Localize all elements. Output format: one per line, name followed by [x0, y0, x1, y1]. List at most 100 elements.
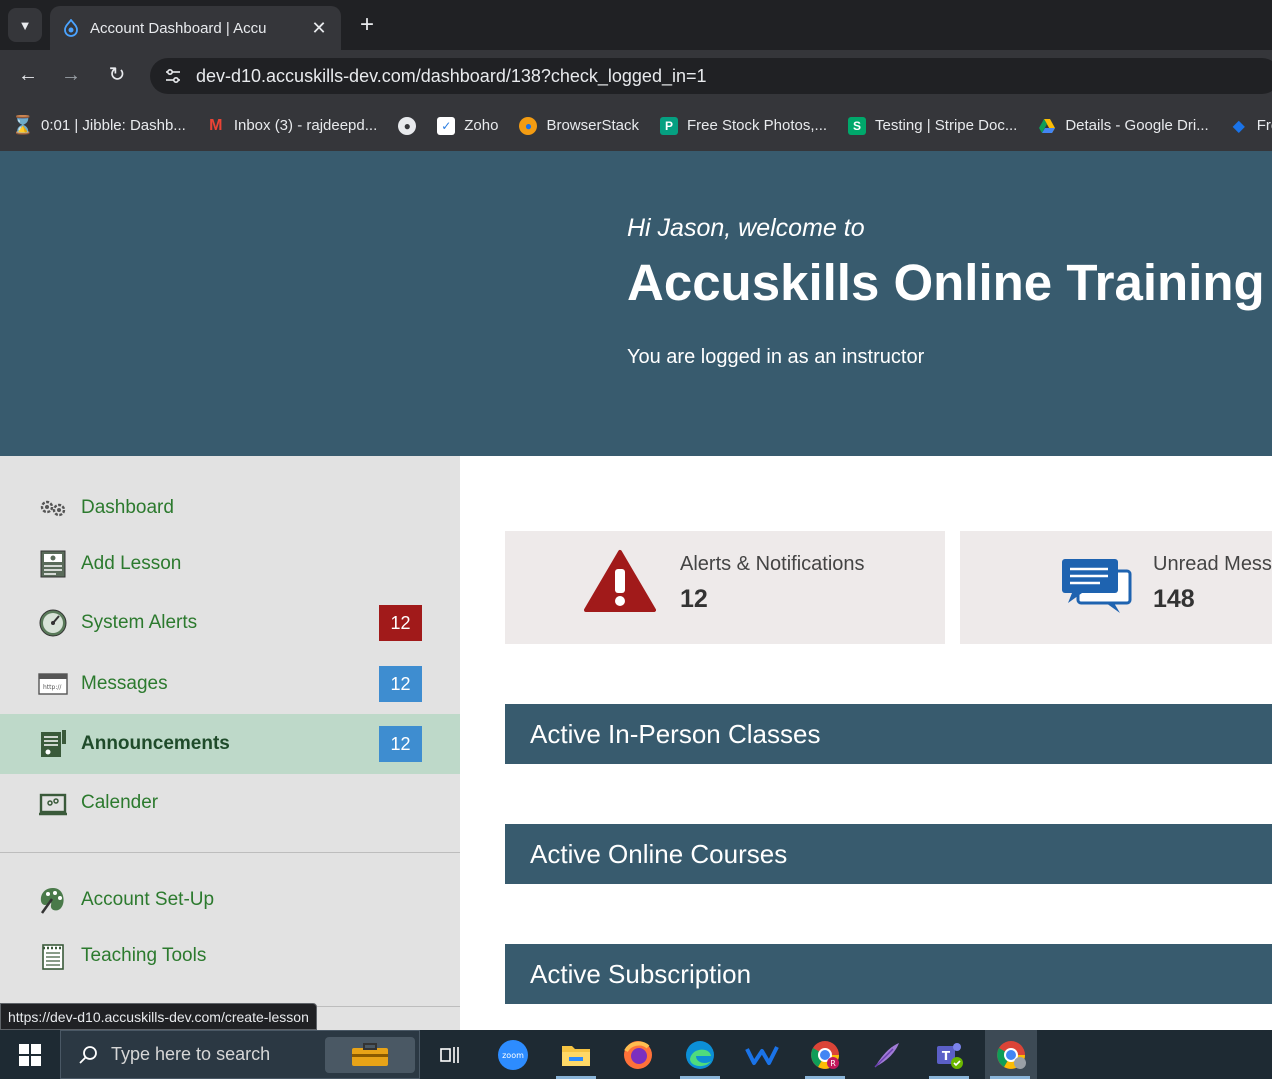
tab-search-button[interactable]: ▼: [8, 8, 42, 42]
windows-logo-icon: [19, 1043, 41, 1066]
bookmark-browserstack[interactable]: ● BrowserStack: [519, 116, 639, 135]
forward-icon[interactable]: →: [58, 62, 84, 88]
sidebar: Dashboard Add Lesson System Alerts 12 ht…: [0, 456, 460, 1030]
palette-icon: [40, 888, 64, 914]
chrome-icon[interactable]: [985, 1030, 1037, 1079]
taskbar-search-placeholder: Type here to search: [111, 1044, 271, 1064]
chrome-profile-icon[interactable]: R: [800, 1030, 850, 1079]
stripe-icon: S: [848, 116, 867, 135]
windows-start-button[interactable]: [0, 1030, 60, 1079]
sidebar-divider: [0, 852, 460, 853]
diamond-icon: ◆: [1232, 117, 1245, 135]
sidebar-item-add-lesson[interactable]: Add Lesson: [0, 534, 460, 594]
link-status-url: https://dev-d10.accuskills-dev.com/creat…: [0, 1003, 317, 1030]
pexels-icon: P: [659, 116, 678, 135]
firefox-icon[interactable]: [613, 1030, 663, 1079]
site-info-icon[interactable]: [162, 65, 184, 87]
section-active-subscription[interactable]: Active Subscription: [505, 944, 1272, 1004]
messages-count-badge: 12: [379, 666, 422, 702]
lesson-icon: [40, 550, 66, 578]
card-label: Alerts & Notifications: [680, 553, 865, 575]
chevron-down-icon: ▼: [18, 17, 32, 33]
feather-icon[interactable]: [862, 1030, 912, 1079]
svg-text:http://: http://: [43, 684, 62, 691]
bookmark-zoho[interactable]: ✓ Zoho: [437, 116, 498, 135]
unread-messages-card[interactable]: Unread Mess 148: [960, 531, 1272, 644]
edge-icon[interactable]: [675, 1030, 725, 1079]
sidebar-item-teaching-tools[interactable]: Teaching Tools: [0, 926, 460, 986]
browser-tabstrip: ▼ Account Dashboard | Accu ✕ +: [0, 0, 1272, 50]
browserstack-icon: ●: [519, 116, 538, 135]
bookmark-google-drive[interactable]: Details - Google Dri...: [1038, 117, 1209, 135]
hero-greeting: Hi Jason, welcome to: [627, 214, 865, 242]
browser-tab-active[interactable]: Account Dashboard | Accu ✕: [50, 6, 341, 50]
reload-icon[interactable]: ↻: [104, 62, 130, 88]
sidebar-item-label: Add Lesson: [81, 553, 182, 574]
hero-banner: Hi Jason, welcome to Accuskills Online T…: [0, 151, 1272, 456]
section-active-online-courses[interactable]: Active Online Courses: [505, 824, 1272, 884]
browser-window-icon: http://: [38, 673, 68, 695]
notepad-icon: [42, 944, 64, 970]
sidebar-item-label: Dashboard: [81, 497, 174, 518]
zoho-icon: ✓: [437, 116, 456, 135]
card-label: Unread Mess: [1153, 553, 1272, 575]
section-active-in-person-classes[interactable]: Active In-Person Classes: [505, 704, 1272, 764]
browser-toolbar: ← → ↻ dev-d10.accuskills-dev.com/dashboa…: [0, 50, 1272, 100]
chat-bubbles-icon: [1062, 559, 1132, 613]
hero-title: Accuskills Online Training: [627, 254, 1265, 311]
sidebar-item-account-setup[interactable]: Account Set-Up: [0, 870, 460, 930]
bookmark-globe[interactable]: ●: [398, 116, 425, 135]
alerts-count-badge: 12: [379, 605, 422, 641]
gears-icon: [40, 500, 66, 517]
sidebar-item-label: Calender: [81, 792, 159, 813]
sidebar-item-label: System Alerts: [81, 612, 198, 633]
alerts-notifications-card[interactable]: Alerts & Notifications 12: [505, 531, 945, 644]
google-drive-icon: [1039, 118, 1056, 133]
search-icon: [79, 1045, 97, 1064]
drupal-icon: [64, 19, 78, 37]
bookmark-stripe[interactable]: S Testing | Stripe Doc...: [848, 116, 1017, 135]
zoom-icon[interactable]: zoom: [488, 1030, 538, 1079]
sidebar-item-label: Teaching Tools: [81, 945, 207, 966]
svg-text:R: R: [830, 1059, 836, 1068]
sidebar-item-dashboard[interactable]: Dashboard: [0, 478, 460, 538]
sidebar-item-label: Messages: [81, 673, 168, 694]
sidebar-item-calender[interactable]: Calender: [0, 773, 460, 833]
globe-icon: ●: [398, 116, 417, 135]
url-text: dev-d10.accuskills-dev.com/dashboard/138…: [196, 65, 707, 86]
bookmark-free[interactable]: ◆ Free V: [1230, 117, 1272, 135]
bookmark-jibble[interactable]: ⌛ 0:01 | Jibble: Dashb...: [11, 115, 186, 135]
wrike-icon[interactable]: [737, 1030, 787, 1079]
sidebar-item-system-alerts[interactable]: System Alerts 12: [0, 593, 460, 653]
warning-icon: [584, 550, 656, 612]
new-tab-button[interactable]: +: [352, 10, 382, 40]
taskbar-search-box[interactable]: Type here to search: [60, 1030, 420, 1079]
hero-role: You are logged in as an instructor: [627, 346, 925, 368]
bookmarks-bar: ⌛ 0:01 | Jibble: Dashb... M Inbox (3) - …: [0, 100, 1272, 151]
hourglass-icon: ⌛: [11, 115, 35, 135]
announcements-count-badge: 12: [379, 726, 422, 762]
address-bar[interactable]: dev-d10.accuskills-dev.com/dashboard/138…: [150, 58, 1272, 94]
gmail-icon: M: [209, 116, 223, 134]
teams-icon[interactable]: T: [924, 1030, 974, 1079]
back-icon[interactable]: ←: [15, 62, 41, 88]
svg-text:zoom: zoom: [502, 1051, 524, 1060]
sidebar-item-label: Announcements: [81, 733, 230, 754]
file-explorer-icon[interactable]: [551, 1030, 601, 1079]
announcement-icon: [41, 730, 66, 757]
card-value: 148: [1153, 585, 1195, 613]
gauge-icon: [39, 609, 67, 637]
tab-title: Account Dashboard | Accu: [90, 19, 267, 37]
bookmark-gmail[interactable]: M Inbox (3) - rajdeepd...: [207, 117, 377, 135]
calendar-icon: [39, 793, 67, 816]
close-icon[interactable]: ✕: [309, 18, 329, 39]
svg-text:T: T: [942, 1049, 951, 1063]
sidebar-item-label: Account Set-Up: [81, 889, 215, 910]
task-view-icon[interactable]: [425, 1030, 475, 1079]
windows-taskbar: Type here to search zoom R T: [0, 1030, 1272, 1079]
sidebar-item-announcements[interactable]: Announcements 12: [0, 714, 460, 774]
sidebar-item-messages[interactable]: http:// Messages 12: [0, 654, 460, 714]
card-value: 12: [680, 585, 708, 613]
bookmark-pexels[interactable]: P Free Stock Photos,...: [659, 116, 827, 135]
briefcase-icon: [325, 1037, 415, 1073]
